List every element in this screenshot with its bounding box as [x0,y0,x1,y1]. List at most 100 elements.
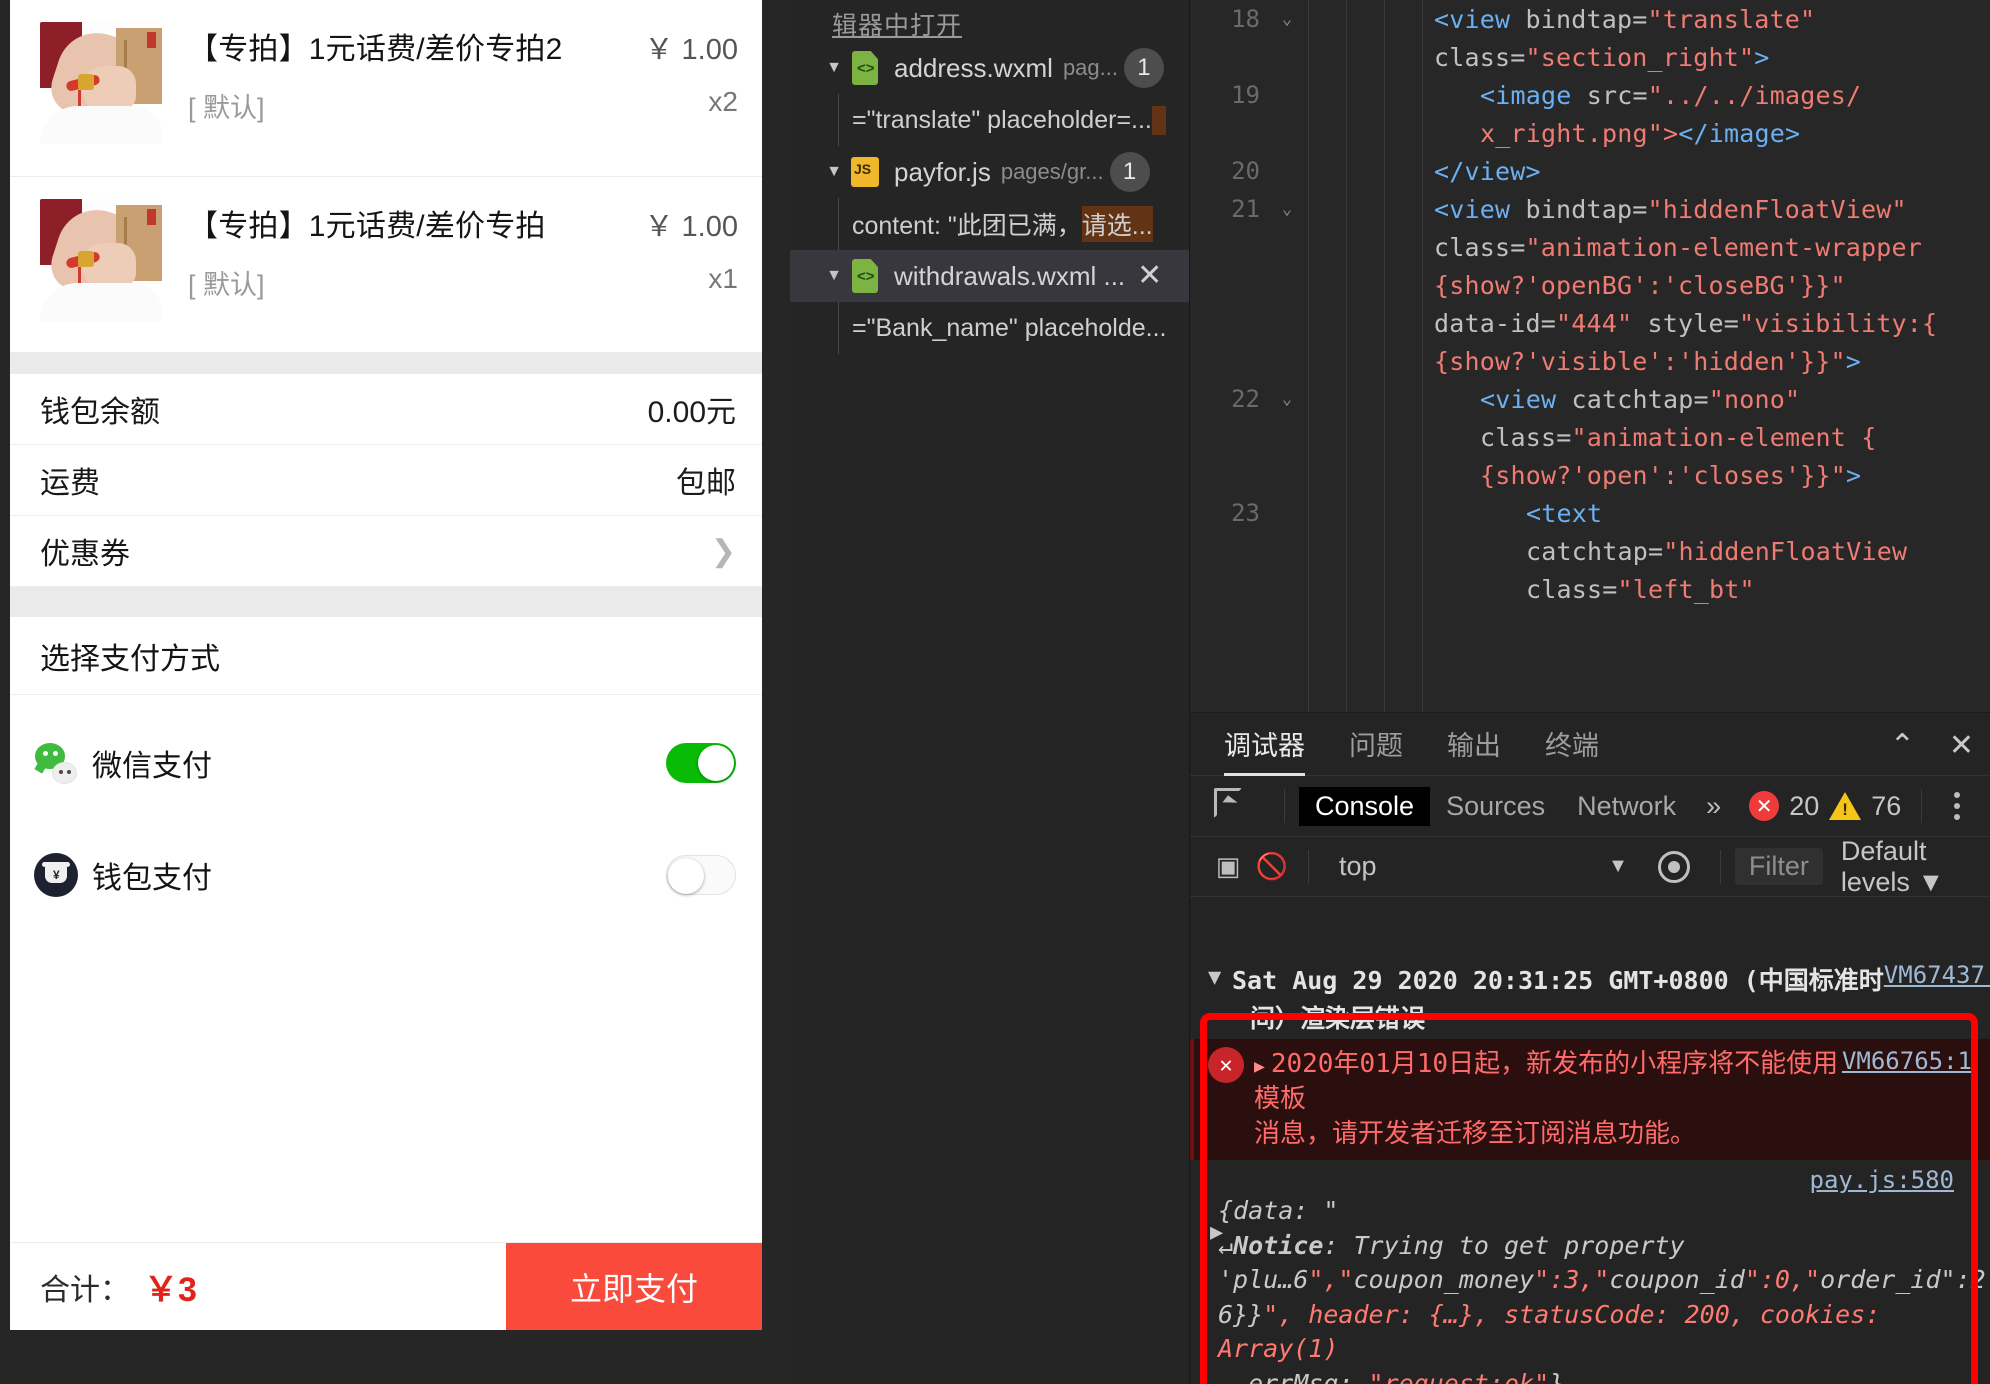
code-text: class="animation-element { [1480,422,1877,452]
tab-sources[interactable]: Sources [1430,787,1561,826]
chevron-right-icon: ❯ [710,534,736,568]
fold-icon[interactable]: ⌄ [1270,9,1304,29]
tree-file-payfor-js[interactable]: ▼ JS payfor.js pages/gr... 1 [790,146,1189,198]
code-line: 22 ⌄ <view catchtap="nono" [1190,380,1990,418]
fold-icon[interactable]: ⌄ [1270,199,1304,219]
code-text: class="left_bt" [1526,574,1755,604]
product-thumbnail [40,199,162,321]
error-count[interactable]: 20 [1789,791,1819,822]
pay-now-button[interactable]: 立即支付 [506,1243,762,1330]
live-expression-icon[interactable] [1657,850,1690,883]
expand-arrow-icon[interactable]: ▼ [1208,961,1232,990]
context-value: top [1339,851,1377,881]
chevron-down-icon[interactable]: ▼ [820,163,848,181]
close-panel-icon[interactable]: ✕ [1949,731,1974,761]
code-text: class="section_right"> [1434,42,1770,72]
match-text: ="Bank_name" placeholde... [852,313,1167,342]
match-count-badge: 1 [1123,48,1164,88]
tab-output[interactable]: 输出 [1447,724,1501,775]
code-line: class="animation-element { [1190,418,1990,456]
row-label: 钱包余额 [40,396,160,429]
js-file-icon: JS [848,153,882,191]
toggle-wechat-pay[interactable] [666,743,736,783]
cart-item[interactable]: 【专拍】1元话费/差价专拍2 [ 默认] ￥ 1.00 x2 [10,0,762,176]
console-context-selector[interactable]: top ▼ [1323,851,1642,882]
levels-label: Default levels [1840,835,1927,897]
close-icon[interactable]: ✕ [1137,261,1162,291]
row-label: 优惠券 [40,538,130,571]
more-tabs-icon[interactable]: » [1692,791,1735,822]
code-text: x_right.png"></image> [1480,118,1801,148]
line-number: 19 [1231,81,1260,109]
row-value: 包邮 [676,467,736,500]
product-thumbnail [40,22,162,144]
cart-item[interactable]: 【专拍】1元话费/差价专拍 [ 默认] ￥ 1.00 x1 [10,176,762,352]
product-title: 【专拍】1元话费/差价专拍 [188,210,546,243]
console-timestamp-row[interactable]: ▼ Sat Aug 29 2020 20:31:25 GMT+0800 (中国标… [1190,959,1990,999]
toggle-wallet-pay[interactable] [666,855,736,895]
row-value: 0.00元 [647,396,736,429]
code-text: data-id="444" style="visibility:{ [1434,308,1938,338]
console-filter-input[interactable]: Filter [1734,848,1823,885]
line-number: 21 [1231,195,1260,223]
line-number: 22 [1231,385,1260,413]
code-line: 21 ⌄ <view bindtap="hiddenFloatView" [1190,190,1990,228]
tree-file-withdrawals-wxml[interactable]: ▼ <> withdrawals.wxml ... ✕ [790,250,1189,302]
tab-console[interactable]: Console [1299,786,1431,826]
payment-method-wallet[interactable]: ¥ 钱包支付 [10,837,762,913]
search-results-tree: 辑器中打开 ▼ <> address.wxml pag... 1 ="trans… [790,0,1190,1384]
clear-console-icon[interactable]: 🚫 [1250,851,1294,882]
wechat-icon [34,741,78,785]
order-info-list: 钱包余额 0.00元 运费 包邮 优惠券 ❯ [10,374,762,587]
row-coupon[interactable]: 优惠券 ❯ [10,516,762,587]
payment-method-wechat[interactable]: 微信支付 [10,725,762,801]
line-number: 23 [1231,499,1260,527]
console-sidebar-icon[interactable]: ▣ [1206,851,1250,882]
code-text: <view catchtap="nono" [1480,384,1801,414]
code-editor[interactable]: 18 ⌄ <view bindtap="translate" class="secti… [1190,0,1990,740]
tab-network[interactable]: Network [1561,787,1692,826]
payment-section-title: 选择支付方式 [10,617,762,695]
tree-match-row[interactable]: content: "此团已满， 请选... [790,198,1189,250]
fold-icon[interactable]: ⌄ [1270,389,1304,409]
inspect-element-icon[interactable] [1208,786,1260,826]
code-text: {show?'open':'closes'}}"> [1480,460,1862,490]
chevron-down-icon[interactable]: ▼ [820,267,848,285]
wxml-file-icon: <> [848,49,882,87]
file-path: pages/gr... [1000,159,1104,184]
file-name: address.wxml [894,52,1053,83]
chevron-down-icon: ▼ [1608,855,1628,877]
match-text: content: "此团已满， [852,212,1082,240]
row-wallet-balance[interactable]: 钱包余额 0.00元 [10,374,762,445]
code-line: class="left_bt" [1190,570,1990,608]
tree-match-row[interactable]: ="translate" placeholder=... [790,94,1189,146]
total-amount: ￥3 [144,1271,197,1309]
chevron-down-icon[interactable]: ▼ [820,59,848,77]
tree-file-address-wxml[interactable]: ▼ <> address.wxml pag... 1 [790,42,1189,94]
file-name: payfor.js [894,156,991,187]
product-price: ￥ 1.00 [644,34,739,66]
warning-count[interactable]: 76 [1871,791,1901,822]
cart-item-list: 【专拍】1元话费/差价专拍2 [ 默认] ￥ 1.00 x2 【专拍】1元话费/… [10,0,762,352]
console-toolbar: ▣ 🚫 top ▼ Filter Default levels ▼ [1190,836,1990,898]
simulator-pane: 【专拍】1元话费/差价专拍2 [ 默认] ￥ 1.00 x2 【专拍】1元话费/… [0,0,790,1384]
match-count-badge: 1 [1109,152,1150,192]
console-levels-dropdown[interactable]: Default levels ▼ [1841,836,1990,898]
code-text: <text [1526,498,1603,528]
console-source-link[interactable]: VM67437:1 [1884,961,1990,989]
tab-debugger[interactable]: 调试器 [1224,724,1305,776]
collapse-panel-icon[interactable]: ⌃ [1890,731,1915,761]
product-price: ￥ 1.00 [644,211,739,243]
row-shipping-fee[interactable]: 运费 包邮 [10,445,762,516]
console-timestamp: Sat Aug 29 2020 20:31:25 GMT+0800 (中国标准时 [1232,966,1884,995]
code-text: <image src="../../images/ [1480,80,1862,110]
tab-terminal[interactable]: 终端 [1545,724,1599,775]
code-lines: 18 ⌄ <view bindtap="translate" class="secti… [1190,0,1990,608]
wxml-file-icon: <> [848,257,882,295]
product-title: 【专拍】1元话费/差价专拍2 [188,33,563,66]
section-divider [10,587,762,617]
tab-problems[interactable]: 问题 [1349,724,1403,775]
warning-badge-icon [1829,792,1862,820]
tree-match-row[interactable]: ="Bank_name" placeholde... [790,302,1189,354]
kebab-menu-icon[interactable] [1954,792,1961,820]
